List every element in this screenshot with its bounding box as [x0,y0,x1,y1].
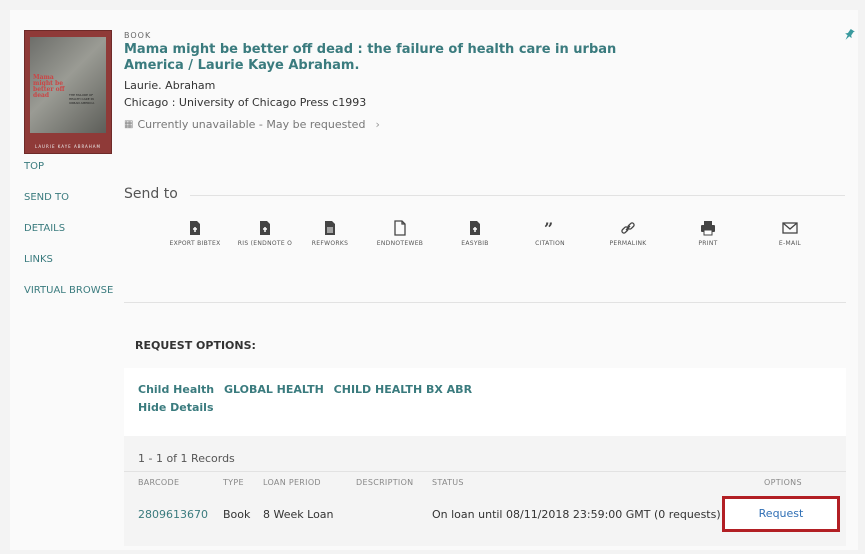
link-icon [621,222,635,234]
file-export-icon [470,221,480,235]
column-header-options: OPTIONS [764,478,802,487]
chevron-right-icon: › [375,118,380,131]
action-label: RIS (ENDNOTE O [237,240,293,247]
file-outline-icon [394,220,406,236]
section-nav: TOP SEND TO DETAILS LINKS VIRTUAL BROWSE [24,160,113,315]
action-label: ENDNOTEWEB [376,240,424,247]
quote-icon: ” [544,220,553,236]
envelope-icon [782,222,798,234]
column-header-status: STATUS [432,478,464,487]
action-email[interactable]: E-MAIL [755,220,825,247]
action-citation[interactable]: ” CITATION [515,220,585,247]
printer-icon [701,221,715,236]
column-header-loan-period: LOAN PERIOD [263,478,321,487]
cell-loan-period: 8 Week Loan [263,508,334,521]
nav-virtual-browse[interactable]: VIRTUAL BROWSE [24,284,113,315]
record-card: Mama might be better off dead THE FAILUR… [10,10,858,550]
availability-status[interactable]: ▦ Currently unavailable - May be request… [124,118,380,131]
location-call-number: CHILD HEALTH BX ABR [333,383,473,396]
cover-author: LAURIE KAYE ABRAHAM [35,144,101,149]
nav-top[interactable]: TOP [24,160,113,191]
request-options-heading: REQUEST OPTIONS: [135,339,256,352]
action-ris[interactable]: RIS (ENDNOTE O [230,220,300,247]
book-cover[interactable]: Mama might be better off dead THE FAILUR… [24,30,112,154]
nav-links[interactable]: LINKS [24,253,113,284]
cell-barcode[interactable]: 2809613670 [138,508,208,521]
record-title[interactable]: Mama might be better off dead : the fail… [124,42,664,74]
divider [124,302,846,303]
location-box: Child Health GLOBAL HEALTH CHILD HEALTH … [124,368,846,436]
nav-details[interactable]: DETAILS [24,222,113,253]
svg-text:”: ” [544,220,553,236]
cell-status: On loan until 08/11/2018 23:59:00 GMT (0… [432,508,721,521]
request-button[interactable]: Request [722,496,840,532]
action-permalink[interactable]: PERMALINK [593,220,663,247]
book-icon: ▦ [124,119,134,130]
pin-icon[interactable] [842,28,856,42]
file-export-icon [260,221,270,235]
hide-details-link[interactable]: Hide Details [138,401,214,414]
column-header-barcode: BARCODE [138,478,180,487]
action-label: EXPORT BIBTEX [169,240,221,247]
action-label: EASYBIB [461,240,489,247]
records-count: 1 - 1 of 1 Records [138,452,235,465]
action-easybib[interactable]: EASYBIB [440,220,510,247]
location-line[interactable]: Child Health GLOBAL HEALTH CHILD HEALTH … [138,383,478,396]
file-text-icon [325,221,335,235]
column-header-type: TYPE [223,478,244,487]
action-label: PRINT [698,240,718,247]
availability-text: Currently unavailable - May be requested [137,118,366,131]
action-endnoteweb[interactable]: ENDNOTEWEB [365,220,435,247]
location-collection: GLOBAL HEALTH [223,383,324,396]
action-label: PERMALINK [609,240,647,247]
divider [124,471,846,472]
action-label: E-MAIL [778,240,802,247]
send-to-actions: EXPORT BIBTEX RIS (ENDNOTE O REFWORKS EN… [160,220,810,260]
action-refworks[interactable]: REFWORKS [295,220,365,247]
action-export-bibtex[interactable]: EXPORT BIBTEX [160,220,230,247]
column-header-description: DESCRIPTION [356,478,414,487]
cell-type: Book [223,508,251,521]
cover-subtitle: THE FAILURE OF HEALTH CARE IN URBAN AMER… [69,93,95,105]
file-export-icon [190,221,200,235]
action-print[interactable]: PRINT [673,220,743,247]
record-publication: Chicago : University of Chicago Press c1… [124,96,367,109]
items-table: 1 - 1 of 1 Records BARCODE TYPE LOAN PER… [124,436,846,546]
send-to-heading: Send to [124,186,178,202]
action-label: CITATION [535,240,565,247]
nav-send-to[interactable]: SEND TO [24,191,113,222]
record-author: Laurie. Abraham [124,79,216,92]
cover-title: Mama might be better off dead [33,74,65,99]
record-type: BOOK [124,31,152,40]
divider [190,195,845,196]
location-library: Child Health [138,383,215,396]
action-label: REFWORKS [311,240,349,247]
